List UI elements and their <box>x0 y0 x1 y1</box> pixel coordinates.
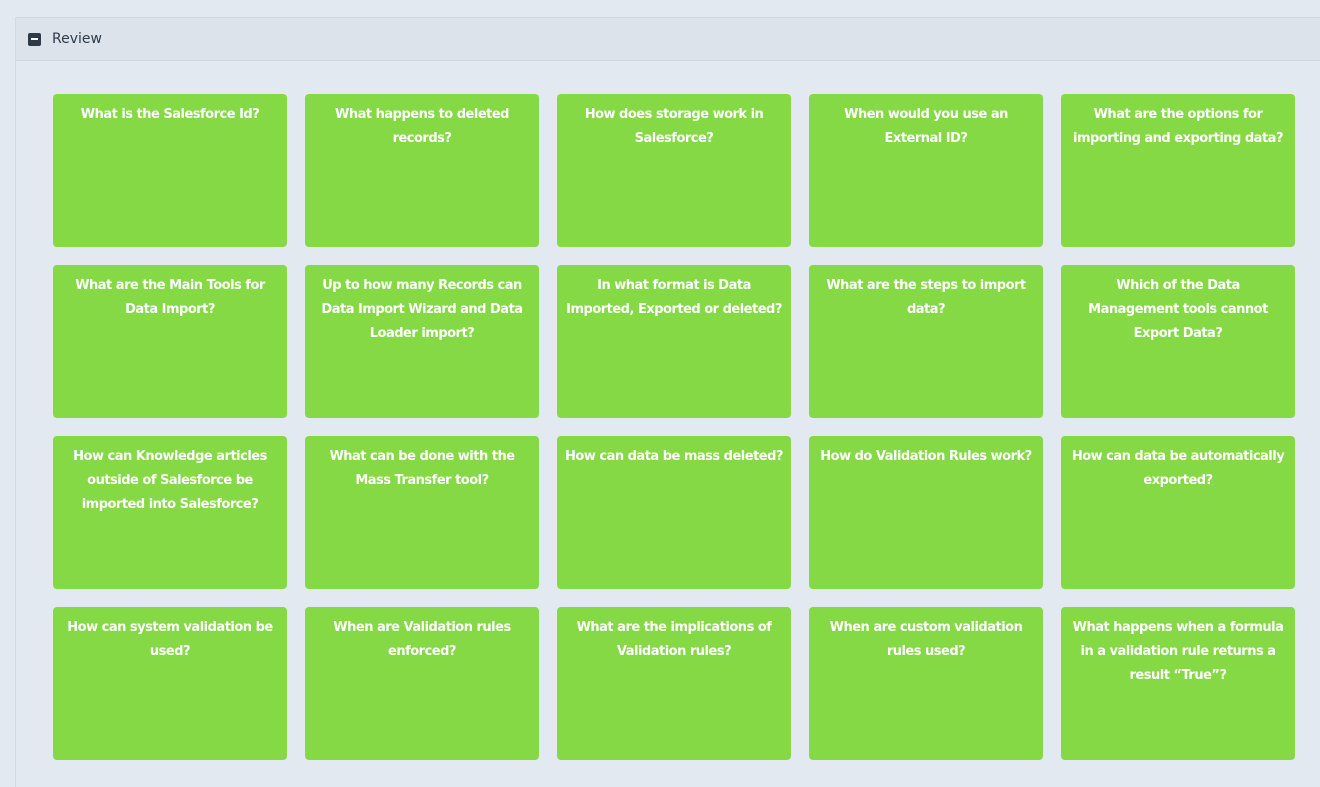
flashcard[interactable]: When are Validation rules enforced? <box>305 607 539 760</box>
flashcard-question: What are the options for importing and e… <box>1073 107 1283 146</box>
flashcard-question: What are the Main Tools for Data Import? <box>75 278 265 317</box>
flashcard-question: Which of the Data Management tools canno… <box>1088 278 1268 341</box>
flashcard[interactable]: When would you use an External ID? <box>809 94 1043 247</box>
flashcard[interactable]: Which of the Data Management tools canno… <box>1061 265 1295 418</box>
flashcard[interactable]: How can data be mass deleted? <box>557 436 791 589</box>
flashcard[interactable]: How can data be automatically exported? <box>1061 436 1295 589</box>
flashcard[interactable]: What are the implications of Validation … <box>557 607 791 760</box>
flashcard-question: When would you use an External ID? <box>844 107 1008 146</box>
flashcard[interactable]: In what format is Data Imported, Exporte… <box>557 265 791 418</box>
flashcard-question: What are the steps to import data? <box>826 278 1026 317</box>
flashcard[interactable]: How does storage work in Salesforce? <box>557 94 791 247</box>
flashcard[interactable]: Up to how many Records can Data Import W… <box>305 265 539 418</box>
flashcard-grid: What is the Salesforce Id? What happens t… <box>53 94 1295 760</box>
flashcard[interactable]: What is the Salesforce Id? <box>53 94 287 247</box>
flashcard-question: What happens when a formula in a validat… <box>1072 620 1284 683</box>
flashcard-question: How can Knowledge articles outside of Sa… <box>73 449 267 512</box>
panel-title[interactable]: Review <box>52 31 102 47</box>
top-strip <box>0 0 1320 17</box>
flashcard[interactable]: How can Knowledge articles outside of Sa… <box>53 436 287 589</box>
flashcard-question: When are custom validation rules used? <box>829 620 1023 659</box>
minus-bar <box>31 38 38 40</box>
flashcard-question: How does storage work in Salesforce? <box>584 107 764 146</box>
flashcard-question: What happens to deleted records? <box>335 107 510 146</box>
flashcard[interactable]: What happens to deleted records? <box>305 94 539 247</box>
flashcard[interactable]: How can system validation be used? <box>53 607 287 760</box>
flashcard-question: How can data be automatically exported? <box>1071 449 1285 488</box>
flashcard[interactable]: What are the Main Tools for Data Import? <box>53 265 287 418</box>
flashcard-question: When are Validation rules enforced? <box>333 620 511 659</box>
flashcard[interactable]: What happens when a formula in a validat… <box>1061 607 1295 760</box>
flashcard-question: How do Validation Rules work? <box>820 449 1032 464</box>
flashcard-question: What is the Salesforce Id? <box>80 107 260 122</box>
flashcard[interactable]: How do Validation Rules work? <box>809 436 1043 589</box>
flashcard-question: How can system validation be used? <box>67 620 273 659</box>
flashcard[interactable]: What can be done with the Mass Transfer … <box>305 436 539 589</box>
flashcard-question: How can data be mass deleted? <box>565 449 783 464</box>
minus-square-icon[interactable] <box>28 32 41 46</box>
flashcard-question: What can be done with the Mass Transfer … <box>329 449 515 488</box>
flashcard-question: Up to how many Records can Data Import W… <box>321 278 523 341</box>
flashcard[interactable]: What are the options for importing and e… <box>1061 94 1295 247</box>
flashcard[interactable]: When are custom validation rules used? <box>809 607 1043 760</box>
flashcard-question: What are the implications of Validation … <box>576 620 772 659</box>
flashcard[interactable]: What are the steps to import data? <box>809 265 1043 418</box>
panel-header[interactable]: Review <box>16 17 1320 61</box>
flashcard-question: In what format is Data Imported, Exporte… <box>566 278 782 317</box>
